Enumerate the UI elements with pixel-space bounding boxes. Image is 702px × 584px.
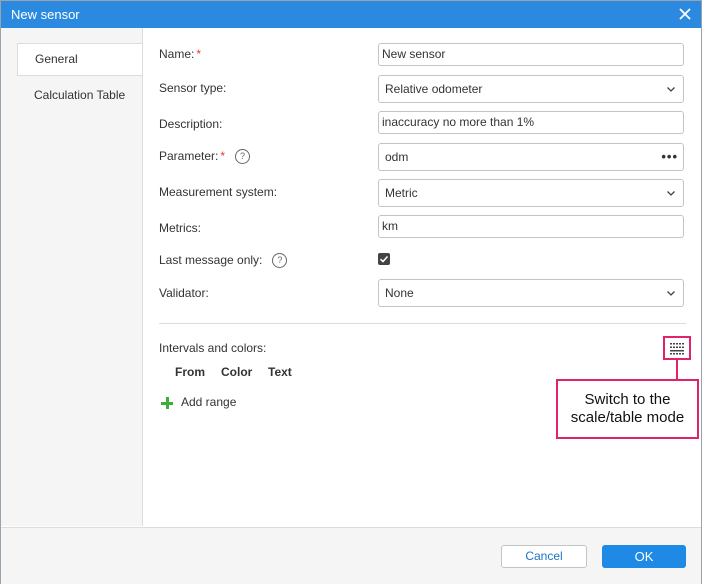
- name-label: Name: *: [159, 47, 202, 61]
- dialog-title: New sensor: [11, 7, 80, 22]
- measurement-system-value: Metric: [385, 186, 418, 200]
- validator-select[interactable]: None: [378, 279, 684, 307]
- parameter-input[interactable]: odm •••: [378, 143, 684, 171]
- title-bar: New sensor: [1, 1, 701, 28]
- callout-line-2: scale/table mode: [570, 409, 685, 426]
- tab-calculation-table[interactable]: Calculation Table: [17, 80, 141, 110]
- column-header-color: Color: [221, 365, 253, 379]
- plus-icon: [161, 396, 173, 409]
- new-sensor-dialog: New sensor General Calculation Table Nam…: [0, 0, 702, 584]
- last-message-only-label: Last message only:?: [159, 253, 288, 269]
- chevron-down-icon: [667, 291, 675, 296]
- name-input[interactable]: New sensor: [378, 43, 684, 66]
- dialog-footer: Cancel OK: [1, 527, 701, 584]
- section-divider: [159, 323, 686, 324]
- last-message-only-checkbox[interactable]: [378, 253, 390, 265]
- chevron-down-icon: [667, 191, 675, 196]
- chevron-down-icon: [667, 87, 675, 92]
- metrics-input[interactable]: km: [378, 215, 684, 238]
- sensor-type-label: Sensor type:: [159, 81, 227, 95]
- callout-line-1: Switch to the: [584, 391, 671, 408]
- metrics-label: Metrics:: [159, 221, 201, 235]
- required-mark: *: [196, 47, 202, 61]
- column-header-text: Text: [268, 365, 292, 379]
- validator-label: Validator:: [159, 286, 209, 300]
- measurement-system-select[interactable]: Metric: [378, 179, 684, 207]
- help-icon[interactable]: ?: [235, 149, 251, 165]
- sensor-type-select[interactable]: Relative odometer: [378, 75, 684, 103]
- intervals-label: Intervals and colors:: [159, 341, 267, 355]
- general-tab-content: Name: * New sensor Sensor type: Relative …: [143, 28, 701, 526]
- add-range-label: Add range: [181, 395, 237, 409]
- description-input[interactable]: inaccuracy no more than 1%: [378, 111, 684, 134]
- close-icon[interactable]: [677, 6, 693, 22]
- tab-list: General Calculation Table: [1, 28, 143, 526]
- measurement-system-label: Measurement system:: [159, 185, 278, 199]
- help-icon[interactable]: ?: [272, 253, 288, 269]
- callout-annotation: Switch to the scale/table mode: [556, 379, 699, 439]
- cancel-button[interactable]: Cancel: [501, 545, 587, 568]
- table-mode-icon: [670, 343, 684, 355]
- more-options-icon[interactable]: •••: [661, 150, 678, 163]
- checkmark-icon: [379, 255, 389, 263]
- required-mark: *: [220, 149, 226, 163]
- callout-connector: [676, 360, 678, 379]
- scale-table-mode-button[interactable]: [663, 336, 691, 360]
- description-label: Description:: [159, 117, 223, 131]
- parameter-value: odm: [385, 150, 409, 164]
- ok-button[interactable]: OK: [602, 545, 686, 568]
- column-header-from: From: [175, 365, 205, 379]
- parameter-label: Parameter: *?: [159, 149, 251, 165]
- add-range-button[interactable]: Add range: [161, 395, 236, 409]
- sensor-type-value: Relative odometer: [385, 82, 483, 96]
- tab-general[interactable]: General: [17, 43, 142, 76]
- validator-value: None: [385, 286, 414, 300]
